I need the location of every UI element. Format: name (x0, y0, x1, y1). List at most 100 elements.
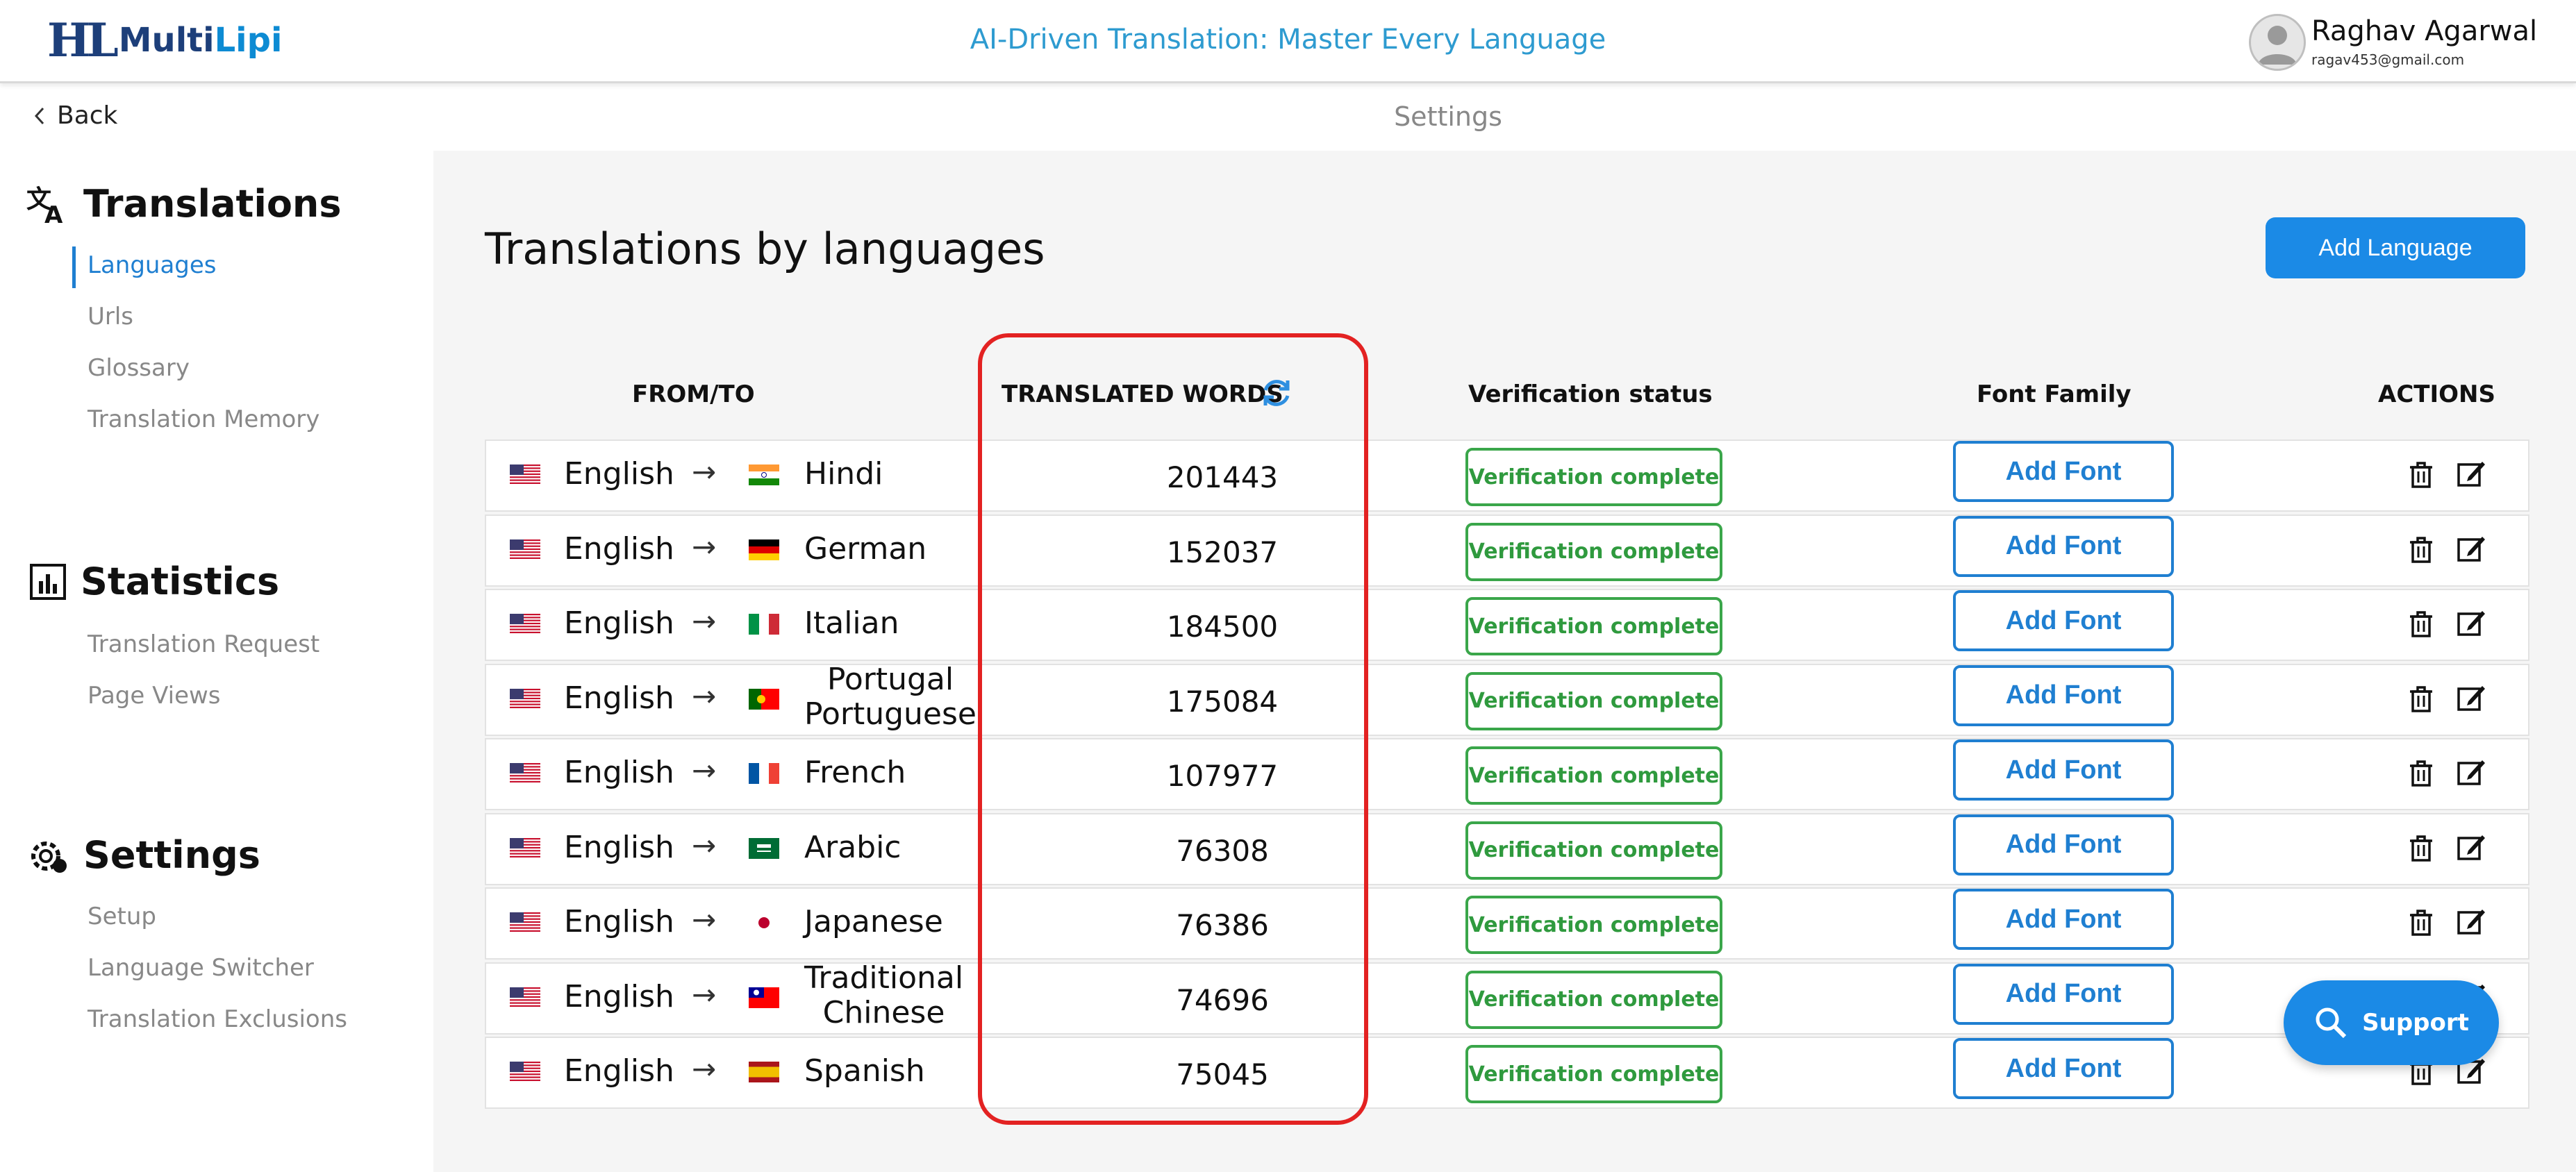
table-row: English → Hindi 201443 Verification comp… (485, 440, 2529, 512)
edit-icon[interactable] (2456, 608, 2486, 639)
trash-icon[interactable] (2406, 534, 2436, 564)
table-row: English → Arabic 76308 Verification comp… (485, 812, 2529, 885)
add-font-button[interactable]: Add Font (1953, 515, 2174, 577)
target-language: Japanese (804, 904, 943, 939)
edit-icon[interactable] (2456, 534, 2486, 564)
support-label: Support (2362, 1009, 2469, 1037)
user-name[interactable]: Raghav Agarwal (2311, 15, 2537, 47)
flag-fr-icon (749, 763, 779, 784)
flag-tw-icon (749, 987, 779, 1008)
sidebar-item-translation-request[interactable]: Translation Request (88, 630, 319, 658)
edit-icon[interactable] (2456, 832, 2486, 863)
target-language: Spanish (804, 1053, 925, 1089)
sidebar-item-page-views[interactable]: Page Views (88, 682, 221, 710)
top-header: HL Multi Lipi AI-Driven Translation: Mas… (0, 0, 2576, 83)
verification-status-badge: Verification complete (1465, 671, 1722, 730)
edit-icon[interactable] (2456, 757, 2486, 788)
trash-icon[interactable] (2406, 683, 2436, 714)
sidebar-item-language-switcher[interactable]: Language Switcher (88, 954, 314, 982)
target-language-line: Chinese (822, 994, 945, 1030)
sidebar-section-translations: 文 A Translations (26, 182, 342, 226)
source-language: English (564, 456, 674, 492)
flag-us-icon (510, 987, 540, 1008)
trash-icon[interactable] (2406, 459, 2436, 489)
add-language-button[interactable]: Add Language (2266, 217, 2525, 278)
sidebar-item-translation-memory[interactable]: Translation Memory (88, 405, 319, 433)
source-language: English (564, 755, 674, 790)
arrow-right-icon: → (692, 529, 717, 564)
flag-sa-icon (749, 837, 779, 859)
target-language-line: Portuguese (804, 696, 977, 732)
arrow-right-icon: → (692, 828, 717, 862)
search-icon (2316, 1007, 2347, 1039)
sidebar-item-setup[interactable]: Setup (88, 903, 156, 930)
flag-es-icon (749, 1062, 779, 1082)
table-row: English → Traditional Chinese 74696 Verif… (485, 960, 2529, 1035)
arrow-right-icon: → (692, 604, 717, 638)
page-title: Translations by languages (485, 224, 1045, 274)
gear-icon (31, 841, 67, 873)
table-row: English → French 107977 Verification com… (485, 738, 2529, 810)
verification-status-badge: Verification complete (1465, 896, 1722, 954)
add-font-button[interactable]: Add Font (1953, 889, 2174, 950)
sidebar-item-glossary[interactable]: Glossary (88, 354, 190, 382)
target-language: Traditional Chinese (804, 960, 963, 1030)
flag-us-icon (510, 464, 540, 485)
avatar[interactable] (2249, 14, 2306, 71)
sidebar-item-translation-exclusions[interactable]: Translation Exclusions (88, 1005, 347, 1033)
target-language: Portugal Portuguese (804, 662, 977, 732)
sidebar-item-languages[interactable]: Languages (88, 251, 217, 279)
support-button[interactable]: Support (2284, 980, 2499, 1065)
tagline: AI-Driven Translation: Master Every Lang… (970, 24, 1606, 56)
trash-icon[interactable] (2406, 757, 2436, 788)
arrow-right-icon: → (692, 1052, 717, 1086)
translated-words-highlight (978, 333, 1368, 1125)
verification-status-badge: Verification complete (1465, 448, 1722, 506)
target-language: French (804, 755, 906, 790)
target-language: Italian (804, 605, 899, 641)
trash-icon[interactable] (2406, 907, 2436, 937)
sidebar-section-statistics: Statistics (29, 560, 279, 603)
flag-in-icon (749, 464, 779, 485)
edit-icon[interactable] (2456, 907, 2486, 937)
source-language: English (564, 904, 674, 939)
svg-text:A: A (44, 201, 63, 224)
add-font-button[interactable]: Add Font (1953, 739, 2174, 801)
flag-us-icon (510, 614, 540, 635)
target-language: Arabic (804, 829, 901, 865)
flag-pt-icon (749, 688, 779, 710)
source-language: English (564, 1053, 674, 1089)
add-font-button[interactable]: Add Font (1953, 441, 2174, 502)
verification-status-badge: Verification complete (1465, 1045, 1722, 1103)
flag-us-icon (510, 837, 540, 859)
arrow-right-icon: → (692, 977, 717, 1012)
page-header-title: Settings (1394, 101, 1502, 132)
flag-us-icon (510, 912, 540, 933)
edit-icon[interactable] (2456, 459, 2486, 489)
arrow-right-icon: → (692, 678, 717, 713)
flag-us-icon (510, 688, 540, 710)
trash-icon[interactable] (2406, 832, 2436, 863)
target-language: Hindi (804, 456, 883, 492)
flag-de-icon (749, 539, 779, 560)
flag-us-icon (510, 1062, 540, 1082)
add-font-button[interactable]: Add Font (1953, 814, 2174, 876)
arrow-right-icon: → (692, 455, 717, 489)
sidebar (0, 151, 433, 1095)
sidebar-item-urls[interactable]: Urls (88, 303, 133, 330)
edit-icon[interactable] (2456, 683, 2486, 714)
add-font-button[interactable]: Add Font (1953, 590, 2174, 651)
source-language: English (564, 680, 674, 716)
table-row: English → German 152037 Verification com… (485, 514, 2529, 587)
flag-us-icon (510, 763, 540, 784)
source-language: English (564, 829, 674, 865)
trash-icon[interactable] (2406, 608, 2436, 639)
table-row: English → Italian 184500 Verification co… (485, 589, 2529, 661)
add-font-button[interactable]: Add Font (1953, 963, 2174, 1025)
table-row: English → Spanish 75045 Verification com… (485, 1037, 2529, 1109)
add-font-button[interactable]: Add Font (1953, 1038, 2174, 1099)
column-header-font-family: Font Family (1977, 380, 2132, 408)
source-language: English (564, 530, 674, 567)
add-font-button[interactable]: Add Font (1953, 664, 2174, 726)
target-language: German (804, 530, 927, 567)
